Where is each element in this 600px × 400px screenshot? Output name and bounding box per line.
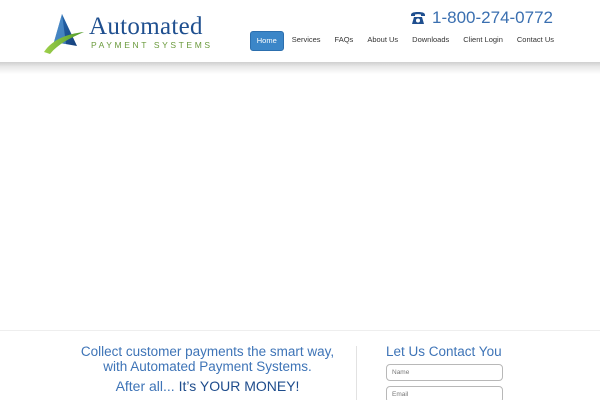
email-field[interactable] <box>386 386 503 400</box>
tagline-line3: After all... It’s YOUR MONEY! <box>60 377 355 395</box>
nav-services[interactable]: Services <box>286 31 327 51</box>
site-header: Automated Payment Systems 1-800-274-0772… <box>0 0 600 64</box>
nav-contact-us[interactable]: Contact Us <box>511 31 560 51</box>
nav-faqs[interactable]: FAQs <box>329 31 360 51</box>
nav-downloads[interactable]: Downloads <box>406 31 455 51</box>
contact-form: Let Us Contact You <box>386 344 506 400</box>
hero-banner <box>0 74 600 328</box>
phone-number[interactable]: 1-800-274-0772 <box>410 8 553 28</box>
phone-number-text[interactable]: 1-800-274-0772 <box>432 8 553 28</box>
site-logo[interactable]: Automated Payment Systems <box>42 12 217 56</box>
nav-about-us[interactable]: About Us <box>361 31 404 51</box>
tagline-emphasis: It’s YOUR MONEY! <box>178 378 300 394</box>
nav-home[interactable]: Home <box>249 31 284 51</box>
telephone-icon <box>411 12 426 24</box>
tagline-line2: with Automated Payment Systems. <box>103 359 312 374</box>
main-nav: Home Services FAQs About Us Downloads Cl… <box>249 31 560 51</box>
brand-name: Automated <box>89 13 203 40</box>
nav-client-login[interactable]: Client Login <box>457 31 509 51</box>
tagline: Collect customer payments the smart way,… <box>60 344 355 395</box>
contact-form-title: Let Us Contact You <box>386 344 502 359</box>
header-shadow <box>0 62 600 74</box>
section-divider <box>356 346 357 400</box>
name-field[interactable] <box>386 364 503 381</box>
brand-subtitle: Payment Systems <box>91 40 213 50</box>
logo-mark-icon <box>44 14 84 54</box>
tagline-line1: Collect customer payments the smart way, <box>80 344 335 359</box>
tagline-prefix: After all... <box>115 378 179 394</box>
